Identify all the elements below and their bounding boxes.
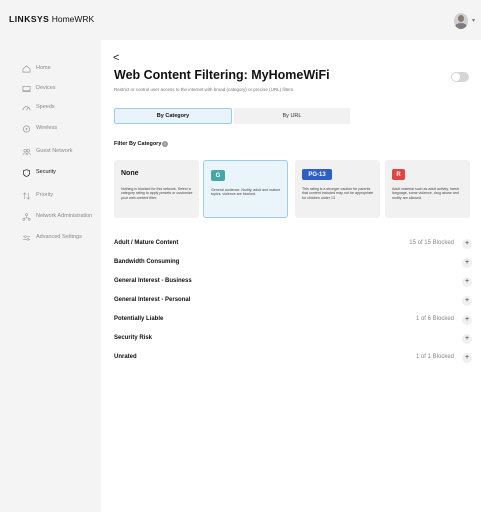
priority-arrows-icon (23, 192, 30, 200)
sidebar-item-guest-network[interactable]: Guest Network (0, 143, 100, 161)
sidebar-item-speeds[interactable]: Speeds (0, 99, 100, 117)
category-name: General Interest - Business (114, 278, 192, 284)
wireless-icon (23, 125, 30, 133)
category-name: General Interest - Personal (114, 297, 191, 303)
category-row[interactable]: Bandwidth Consuming + (114, 254, 474, 270)
avatar[interactable] (454, 13, 468, 29)
linksys-logo[interactable]: LINKSYS HomeWRK (9, 14, 94, 24)
rating-badge: PG-13 (302, 169, 332, 180)
rating-card-none[interactable]: None Nothing is blocked for this network… (114, 160, 199, 218)
category-row[interactable]: Unrated 1 of 1 Blocked + (114, 349, 474, 365)
rating-card-pg13[interactable]: PG-13 This rating is a stronger caution … (295, 160, 380, 218)
rating-description: This rating is a stronger caution for pa… (302, 187, 374, 200)
tab-by-category[interactable]: By Category (114, 108, 232, 124)
main-panel: < Web Content Filtering: MyHomeWiFi Rest… (101, 40, 481, 512)
category-name: Potentially Liable (114, 316, 164, 322)
top-bar: LINKSYS HomeWRK ▾ (0, 0, 481, 40)
category-row[interactable]: Potentially Liable 1 of 6 Blocked + (114, 311, 474, 327)
info-icon[interactable]: i (162, 141, 168, 147)
category-row[interactable]: Security Risk + (114, 330, 474, 346)
expand-plus-icon[interactable]: + (462, 334, 472, 344)
expand-plus-icon[interactable]: + (462, 258, 472, 268)
category-row[interactable]: General Interest - Personal + (114, 292, 474, 308)
category-name: Security Risk (114, 335, 153, 341)
network-admin-icon (22, 213, 31, 221)
rating-card-g[interactable]: G General audience. Nudity, adult and ma… (203, 160, 288, 218)
devices-icon (22, 85, 31, 93)
sidebar-item-label: Speeds (36, 104, 55, 110)
expand-plus-icon[interactable]: + (462, 353, 472, 363)
page-subtitle: Restrict or control user access to the i… (114, 87, 295, 92)
category-count: 1 of 6 Blocked (415, 316, 454, 322)
tab-by-url[interactable]: By URL (234, 108, 350, 124)
back-button[interactable]: < (113, 52, 119, 64)
sidebar-item-priority[interactable]: Priority (0, 187, 100, 205)
category-row[interactable]: General Interest - Business + (114, 273, 474, 289)
expand-plus-icon[interactable]: + (462, 277, 472, 287)
rating-label: None (121, 170, 139, 177)
category-count: 15 of 15 Blocked (409, 240, 454, 246)
guest-network-icon (22, 149, 31, 156)
home-icon (22, 65, 31, 73)
category-row[interactable]: Adult / Mature Content 15 of 15 Blocked … (114, 235, 474, 251)
expand-plus-icon[interactable]: + (462, 239, 472, 249)
category-name: Bandwidth Consuming (114, 259, 180, 265)
rating-badge: G (211, 170, 225, 181)
toggle-knob (452, 73, 460, 81)
sidebar-item-advanced-settings[interactable]: Advanced Settings (0, 229, 100, 247)
shield-icon (23, 169, 30, 177)
sidebar-item-label: Wireless (36, 125, 58, 131)
filtering-toggle[interactable] (451, 72, 469, 82)
sidebar-item-wireless[interactable]: Wireless (0, 120, 100, 138)
rating-badge: R (392, 169, 405, 180)
category-name: Unrated (114, 354, 137, 360)
sidebar-item-label: Advanced Settings (36, 234, 82, 240)
speedometer-icon (22, 106, 31, 111)
rating-description: General audience. Nudity, adult and matu… (211, 188, 281, 197)
category-name: Adult / Mature Content (114, 240, 179, 246)
sidebar-item-label: Network Administration (36, 213, 93, 219)
sidebar-item-label: Guest Network (36, 148, 73, 154)
page-title: Web Content Filtering: MyHomeWiFi (114, 68, 330, 82)
sidebar-item-home[interactable]: Home (0, 60, 100, 78)
rating-description: Nothing is blocked for this network. Sel… (121, 187, 193, 200)
filter-mode-tabs: By Category By URL (114, 108, 350, 124)
sidebar-item-network-administration[interactable]: Network Administration (0, 208, 100, 226)
chevron-down-icon[interactable]: ▾ (472, 17, 475, 24)
category-count: 1 of 1 Blocked (415, 354, 454, 360)
sidebar-item-label: Priority (36, 192, 54, 198)
rating-card-r[interactable]: R Adult material such as adult activity,… (385, 160, 470, 218)
sidebar-item-devices[interactable]: Devices (0, 80, 100, 98)
sidebar-item-label: Devices (36, 85, 56, 91)
expand-plus-icon[interactable]: + (462, 296, 472, 306)
sidebar-item-security[interactable]: Security (0, 164, 100, 182)
filter-by-category-label: Filter By Category (114, 141, 162, 147)
sidebar-item-label: Security (36, 169, 56, 175)
expand-plus-icon[interactable]: + (462, 315, 472, 325)
sidebar-item-label: Home (36, 65, 51, 71)
sidebar: Home Devices Speeds Wireless Guest Netwo… (0, 40, 100, 512)
rating-description: Adult material such as adult activity, h… (392, 187, 459, 200)
sliders-icon (22, 235, 31, 241)
